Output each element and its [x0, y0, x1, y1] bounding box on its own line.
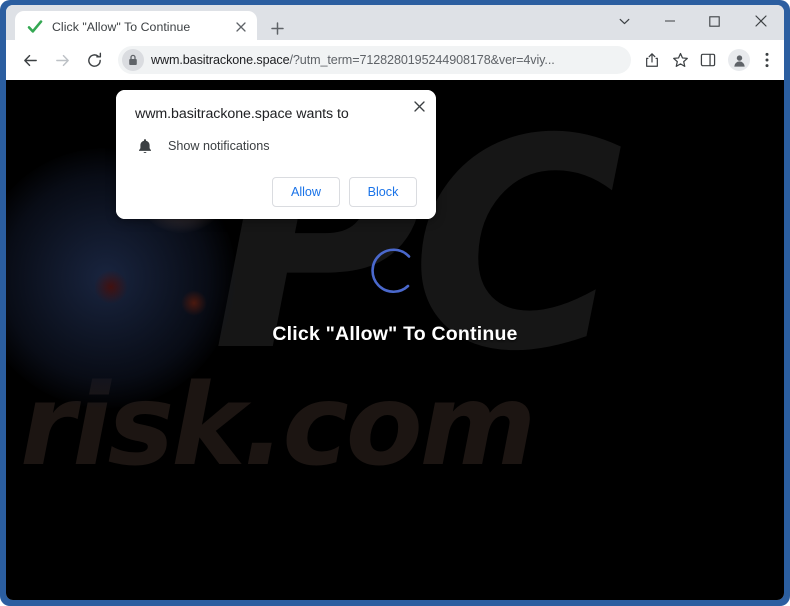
url-query: /?utm_term=7128280195244908178&ver=4viy.…: [289, 53, 555, 67]
browser-toolbar: wwm.basitrackone.space/?utm_term=7128280…: [6, 40, 784, 80]
forward-arrow-icon: [55, 54, 69, 66]
tab-strip: Click "Allow" To Continue: [6, 5, 784, 42]
profile-avatar-icon[interactable]: [726, 46, 752, 74]
page-heading: Click "Allow" To Continue: [272, 323, 518, 345]
browser-window-inner: Click "Allow" To Continue wwm.basitracko…: [6, 5, 784, 600]
reload-button[interactable]: [80, 46, 108, 74]
tab-search-button[interactable]: [602, 5, 647, 37]
background-glow-red-b: [181, 290, 207, 316]
loading-spinner: [364, 240, 426, 307]
back-arrow-icon: [23, 54, 37, 66]
page-viewport: PC risk.com Click "Allow" To Continue ww…: [6, 80, 784, 600]
dialog-title: wwm.basitrackone.space wants to: [135, 106, 349, 122]
spinner-icon: [371, 248, 411, 294]
block-button[interactable]: Block: [349, 177, 417, 207]
avatar: [728, 49, 750, 71]
share-icon[interactable]: [639, 46, 665, 74]
minimize-icon: [664, 20, 675, 22]
notification-permission-dialog: wwm.basitrackone.space wants to Show not…: [116, 90, 436, 219]
green-check-icon: [27, 19, 43, 35]
tab-title: Click "Allow" To Continue: [52, 19, 191, 34]
maximize-icon: [709, 15, 720, 27]
chevron-down-icon: [619, 18, 630, 24]
forward-button[interactable]: [48, 46, 76, 74]
window-controls: [602, 5, 784, 37]
background-glow-red-a: [94, 270, 128, 304]
address-bar-url: wwm.basitrackone.space/?utm_term=7128280…: [151, 53, 555, 67]
dialog-close-icon[interactable]: [408, 95, 430, 117]
plus-icon: [270, 21, 284, 35]
url-host: wwm.basitrackone.space: [151, 53, 290, 67]
bell-icon: [135, 138, 155, 154]
browser-window: Click "Allow" To Continue wwm.basitracko…: [0, 0, 790, 606]
dialog-actions: Allow Block: [135, 177, 420, 207]
address-bar[interactable]: wwm.basitrackone.space/?utm_term=7128280…: [118, 46, 631, 74]
reload-icon: [87, 52, 101, 67]
bookmark-star-icon[interactable]: [667, 46, 693, 74]
more-menu-icon[interactable]: [756, 46, 778, 74]
permission-row: Show notifications: [135, 138, 420, 154]
close-icon: [754, 15, 767, 27]
permission-label: Show notifications: [168, 139, 270, 153]
back-button[interactable]: [16, 46, 44, 74]
maximize-button[interactable]: [692, 5, 737, 37]
tab-close-icon[interactable]: [232, 18, 249, 35]
browser-tab[interactable]: Click "Allow" To Continue: [15, 11, 257, 42]
side-panel-icon[interactable]: [695, 46, 721, 74]
minimize-button[interactable]: [647, 5, 692, 37]
close-window-button[interactable]: [737, 5, 784, 37]
dialog-content: wwm.basitrackone.space wants to Show not…: [116, 90, 436, 219]
new-tab-button[interactable]: [265, 16, 289, 40]
lock-icon[interactable]: [122, 49, 144, 71]
allow-button[interactable]: Allow: [272, 177, 340, 207]
